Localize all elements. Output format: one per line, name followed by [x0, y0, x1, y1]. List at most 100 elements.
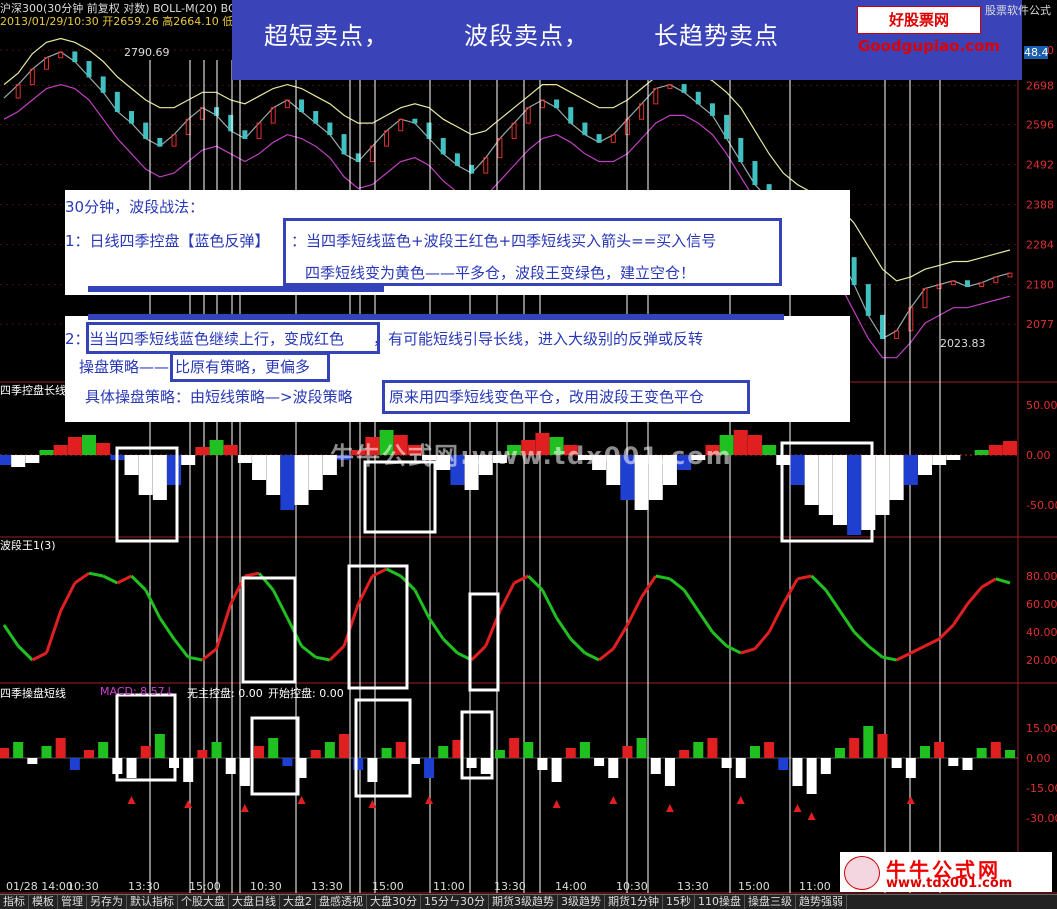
- tab-13[interactable]: 期货1分钟: [605, 895, 663, 909]
- swing-seg-16: [215, 603, 233, 650]
- swing-seg-18: [244, 571, 260, 578]
- swing-tick-1: 60.00: [1026, 598, 1057, 611]
- signal-box-6: [115, 693, 177, 782]
- cow-mascot-icon: [844, 856, 880, 890]
- swing-seg-60: [838, 610, 856, 633]
- swing-seg-51: [711, 630, 728, 648]
- long-bar-11: [152, 455, 167, 500]
- time-tick-6: 15:00: [372, 880, 404, 893]
- panel-label-start-control: 开始控盘: 0.00: [268, 687, 344, 700]
- time-tick-13: 11:00: [799, 880, 831, 893]
- time-tick-3: 15:00: [189, 880, 221, 893]
- candle-6: [86, 61, 92, 78]
- swing-seg-67: [938, 623, 955, 641]
- long-bar-16: [223, 445, 238, 455]
- swing-tick-0: 80.00: [1026, 570, 1057, 583]
- candle-49: [695, 91, 701, 105]
- tab-11[interactable]: 期货3级趋势: [489, 895, 558, 909]
- swing-seg-9: [116, 574, 133, 585]
- macd-bar-19: [268, 738, 279, 758]
- tab-10[interactable]: 15分ㄣ30分: [421, 895, 489, 909]
- long-bar-20: [280, 455, 295, 510]
- price-tick-2: 2596: [1026, 119, 1054, 132]
- buy-arrow-57: [807, 812, 816, 820]
- long-bar-18: [252, 455, 267, 480]
- tab-2[interactable]: 管理: [58, 895, 87, 909]
- candle-42: [596, 134, 602, 143]
- tab-17[interactable]: 趋势强弱: [796, 895, 847, 909]
- highlight-box-rule-2: [86, 322, 380, 354]
- time-tick-12: 15:00: [738, 880, 770, 893]
- swing-seg-5: [59, 582, 77, 612]
- long-bar-3: [39, 450, 54, 455]
- swing-seg-58: [810, 574, 827, 592]
- macd-bar-16: [225, 758, 236, 774]
- long-bar-6: [82, 435, 97, 455]
- time-tick-8: 13:30: [494, 880, 526, 893]
- site-logo-top: 好股票网Goodgupiao.com: [857, 6, 1000, 55]
- tab-16[interactable]: 操盘三级: [745, 895, 796, 909]
- swing-seg-3: [31, 651, 48, 662]
- macd-bar-61: [863, 726, 874, 758]
- tab-1[interactable]: 模板: [29, 895, 58, 909]
- tab-9[interactable]: 大盘30分: [367, 895, 421, 909]
- macd-bar-51: [721, 758, 732, 768]
- swing-seg-43: [598, 647, 615, 662]
- time-tick-4: 10:30: [250, 880, 282, 893]
- long-bar-12: [167, 455, 182, 485]
- long-tick-1: 0.00: [1026, 449, 1051, 462]
- tab-8[interactable]: 盘感透视: [316, 895, 367, 909]
- candle-22: [313, 111, 319, 124]
- price-tick-4: 2388: [1026, 199, 1054, 212]
- highlight-box-strategy: [170, 352, 330, 382]
- macd-bar-59: [834, 748, 845, 758]
- swing-seg-40: [555, 617, 573, 640]
- swing-seg-57: [797, 574, 812, 581]
- tab-6[interactable]: 大盘日线: [229, 895, 280, 909]
- macd-bar-11: [154, 734, 165, 758]
- long-bar-58: [818, 455, 833, 515]
- tab-14[interactable]: 15秒: [663, 895, 695, 909]
- tab-3[interactable]: 另存为: [87, 895, 127, 909]
- macd-bar-23: [324, 742, 335, 758]
- swing-seg-12: [158, 617, 176, 640]
- time-tick-5: 13:30: [311, 880, 343, 893]
- macd-bar-48: [679, 750, 690, 758]
- macd-bar-55: [778, 758, 789, 770]
- candle-62: [879, 314, 885, 339]
- buy-arrow-21: [297, 796, 306, 804]
- tab-15[interactable]: 110操盘: [695, 895, 745, 909]
- swing-seg-59: [824, 589, 842, 612]
- chart-subtitle: 2013/01/29/10:30 开2659.26 高2664.10 低: [0, 15, 234, 28]
- macd-bar-42: [594, 758, 605, 766]
- candle-41: [582, 122, 588, 136]
- swing-seg-28: [385, 567, 402, 578]
- macd-bar-63: [891, 758, 902, 768]
- logo-bottom-url: www.tdx001.com: [886, 876, 1013, 891]
- annotation-line-1: 30分钟，波段战法：: [65, 198, 205, 216]
- site-logo-sub: 股票软件公式: [985, 4, 1051, 17]
- site-logo-bottom: 牛牛公式网 www.tdx001.com: [840, 852, 1052, 892]
- long-bar-1: [11, 455, 26, 467]
- tab-5[interactable]: 个股大盘: [178, 895, 229, 909]
- tab-12[interactable]: 3级趋势: [558, 895, 605, 909]
- long-bar-21: [294, 455, 309, 505]
- annotation-line-5a: 操盘策略——: [79, 358, 170, 376]
- time-tick-2: 13:30: [128, 880, 160, 893]
- signal-box-4: [347, 564, 409, 690]
- tab-0[interactable]: 指标: [0, 895, 29, 909]
- macd-bar-71: [1005, 750, 1015, 758]
- macd-bar-70: [990, 742, 1001, 758]
- tab-7[interactable]: 大盘2: [280, 895, 316, 909]
- long-bar-10: [138, 455, 153, 495]
- long-bar-7: [96, 443, 111, 455]
- tab-4[interactable]: 默认指标: [127, 895, 178, 909]
- macd-bar-6: [84, 750, 95, 758]
- long-bar-59: [832, 455, 847, 525]
- swing-seg-70: [980, 577, 997, 589]
- banner-item-long-trend: 长趋势卖点: [654, 22, 779, 50]
- swing-seg-68: [952, 603, 969, 626]
- swing-seg-69: [966, 586, 983, 605]
- swing-seg-6: [73, 571, 90, 585]
- long-bar-54: [762, 445, 777, 455]
